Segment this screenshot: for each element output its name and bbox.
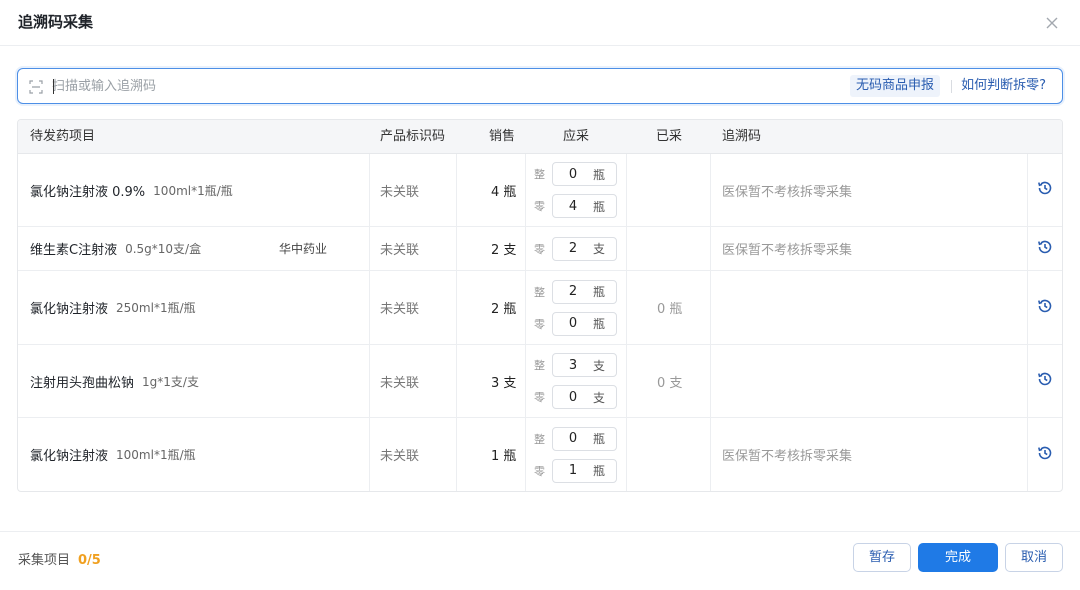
quantity-stepper[interactable]: 0瓶	[552, 162, 617, 186]
drug-name: 氯化钠注射液	[30, 302, 109, 317]
quantity-stepper[interactable]: 0瓶	[552, 311, 617, 336]
history-icon[interactable]	[1037, 239, 1053, 259]
drug-name: 氯化钠注射液 0.9%	[30, 184, 146, 200]
cancel-button[interactable]: 取消	[1005, 543, 1063, 572]
drug-spec: 1g*1支/支	[142, 374, 199, 389]
qty-label: 零	[534, 391, 545, 404]
divider	[951, 80, 952, 93]
stepper-value[interactable]: 4	[553, 199, 593, 214]
qty-label: 整	[534, 432, 545, 446]
collected-qty: 0 支	[657, 375, 683, 391]
stepper-unit: 瓶	[593, 317, 606, 331]
drug-spec: 250ml*1瓶/瓶	[116, 301, 196, 315]
collected-qty: 0 瓶	[657, 302, 683, 317]
nocode-report-button[interactable]: 无码商品申报	[849, 75, 940, 97]
done-button[interactable]: 完成	[918, 543, 998, 572]
dialog-footer: 采集项目 0/5 暂存 完成 取消	[0, 531, 1080, 590]
stepper-unit: 瓶	[593, 199, 606, 214]
drug-spec: 0.5g*10支/盒	[125, 242, 202, 256]
col-sales: 销售	[489, 129, 516, 144]
collect-count: 0/5	[78, 553, 101, 568]
stepper-unit: 瓶	[593, 432, 606, 446]
stepper-value[interactable]: 2	[553, 284, 593, 299]
dialog-title: 追溯码采集	[18, 13, 94, 31]
save-draft-button[interactable]: 暂存	[853, 543, 911, 572]
table-row: 维生素C注射液 0.5g*10支/盒 华中药业 未关联 2 支 零2支 医保暂不考…	[18, 227, 1062, 271]
drug-name: 注射用头孢曲松钠	[30, 375, 135, 391]
quantity-stepper[interactable]: 1瓶	[552, 458, 617, 483]
search-input[interactable]	[52, 76, 832, 96]
stepper-value[interactable]: 0	[553, 390, 593, 405]
quantity-stepper[interactable]: 0支	[552, 385, 617, 409]
collect-label: 采集项目	[18, 553, 71, 568]
col-item: 待发药项目	[30, 129, 96, 144]
table-row: 氯化钠注射液 100ml*1瓶/瓶 未关联 1 瓶 整0瓶 零1瓶 医保暂不考核拆…	[18, 418, 1062, 491]
table-row: 氯化钠注射液 0.9% 100ml*1瓶/瓶 未关联 4 瓶 整0瓶 零4瓶 医保…	[18, 154, 1062, 227]
qty-label: 零	[534, 242, 545, 256]
history-icon[interactable]	[1037, 445, 1053, 465]
quantity-stepper[interactable]: 3支	[552, 353, 617, 377]
collection-table: 待发药项目 产品标识码 销售 应采 已采 追溯码 氯化钠注射液 0.9% 100m…	[17, 119, 1063, 492]
col-product-code: 产品标识码	[380, 129, 446, 144]
sales-qty: 3 支	[491, 375, 517, 391]
sales-qty: 2 瓶	[491, 302, 517, 317]
history-icon[interactable]	[1037, 180, 1053, 200]
trace-status: 医保暂不考核拆零采集	[722, 184, 853, 200]
dialog-header: 追溯码采集	[0, 0, 1080, 46]
trace-status: 医保暂不考核拆零采集	[722, 243, 853, 258]
trace-status: 医保暂不考核拆零采集	[722, 449, 853, 464]
stepper-unit: 支	[593, 242, 606, 256]
quantity-stepper[interactable]: 4瓶	[552, 194, 617, 218]
drug-name: 氯化钠注射液	[30, 449, 109, 464]
quantity-stepper[interactable]: 2瓶	[552, 279, 617, 304]
stepper-unit: 支	[593, 390, 606, 405]
table-row: 氯化钠注射液 250ml*1瓶/瓶 未关联 2 瓶 整2瓶 零0瓶 0 瓶	[18, 271, 1062, 345]
drug-spec: 100ml*1瓶/瓶	[116, 448, 196, 462]
stepper-unit: 瓶	[593, 464, 606, 478]
qty-label: 整	[534, 359, 545, 372]
table-row: 注射用头孢曲松钠 1g*1支/支 未关联 3 支 整3支 零0支 0 支	[18, 345, 1062, 418]
quantity-stepper[interactable]: 2支	[552, 236, 617, 261]
qty-label: 整	[534, 168, 545, 181]
product-code: 未关联	[380, 243, 420, 258]
quantity-stepper[interactable]: 0瓶	[552, 426, 617, 451]
drug-maker: 华中药业	[279, 242, 328, 256]
drug-spec: 100ml*1瓶/瓶	[153, 183, 233, 198]
product-code: 未关联	[380, 184, 420, 200]
qty-label: 零	[534, 317, 545, 331]
trace-code-search[interactable]: 无码商品申报 如何判断拆零?	[17, 68, 1063, 104]
close-icon[interactable]	[1040, 11, 1064, 35]
col-collected: 已采	[656, 129, 683, 144]
stepper-value[interactable]: 1	[553, 463, 593, 478]
scan-icon	[28, 79, 44, 95]
drug-name: 维生素C注射液	[30, 243, 118, 258]
stepper-value[interactable]: 0	[553, 316, 593, 331]
col-should-collect: 应采	[563, 129, 590, 144]
product-code: 未关联	[380, 449, 420, 464]
sales-qty: 2 支	[491, 243, 517, 258]
stepper-value[interactable]: 2	[553, 241, 593, 256]
qty-label: 零	[534, 464, 545, 478]
stepper-value[interactable]: 0	[553, 431, 593, 446]
stepper-unit: 支	[593, 358, 606, 373]
sales-qty: 1 瓶	[491, 449, 517, 464]
product-code: 未关联	[380, 302, 420, 317]
stepper-value[interactable]: 0	[553, 167, 593, 182]
col-trace-code: 追溯码	[722, 129, 762, 144]
stepper-unit: 瓶	[593, 285, 606, 299]
stepper-unit: 瓶	[593, 167, 606, 182]
collect-summary: 采集项目 0/5	[18, 549, 101, 568]
howto-link[interactable]: 如何判断拆零?	[961, 75, 1046, 97]
table-header: 待发药项目 产品标识码 销售 应采 已采 追溯码	[18, 120, 1062, 154]
history-icon[interactable]	[1037, 371, 1053, 391]
qty-label: 整	[534, 285, 545, 299]
stepper-value[interactable]: 3	[553, 358, 593, 373]
history-icon[interactable]	[1037, 298, 1053, 318]
qty-label: 零	[534, 200, 545, 213]
sales-qty: 4 瓶	[491, 184, 517, 200]
product-code: 未关联	[380, 375, 420, 391]
text-caret	[53, 79, 54, 94]
